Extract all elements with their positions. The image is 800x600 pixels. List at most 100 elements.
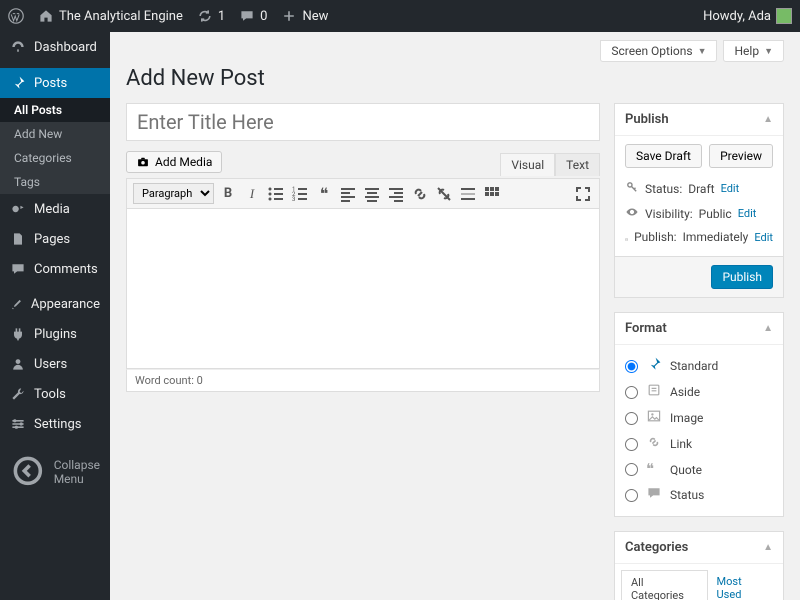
wrench-icon	[10, 386, 26, 402]
most-used-tab[interactable]: Most Used	[708, 570, 777, 600]
home-icon	[38, 8, 54, 24]
screen-options-tab[interactable]: Screen Options▼	[600, 40, 717, 62]
format-heading[interactable]: Format▲	[615, 313, 783, 345]
visual-tab[interactable]: Visual	[500, 153, 555, 176]
chevron-up-icon: ▲	[763, 114, 773, 125]
preview-button[interactable]: Preview	[709, 144, 773, 168]
menu-plugins[interactable]: Plugins	[0, 319, 110, 349]
submenu-add-new[interactable]: Add New	[0, 122, 110, 146]
updates-link[interactable]: 1	[197, 8, 225, 24]
align-left-button[interactable]	[338, 184, 358, 204]
unlink-button[interactable]	[434, 184, 454, 204]
format-option-status[interactable]: Status	[625, 482, 773, 508]
submenu-all-posts[interactable]: All Posts	[0, 98, 110, 122]
site-name: The Analytical Engine	[59, 9, 183, 24]
format-radio[interactable]	[625, 360, 638, 373]
menu-users[interactable]: Users	[0, 349, 110, 379]
format-radio[interactable]	[625, 386, 638, 399]
all-categories-tab[interactable]: All Categories	[621, 570, 708, 600]
wordpress-icon	[8, 8, 24, 24]
edit-status-link[interactable]: Edit	[721, 182, 740, 195]
media-icon	[10, 201, 26, 217]
format-standard-icon	[646, 356, 662, 376]
edit-visibility-link[interactable]: Edit	[738, 207, 757, 220]
pin-icon	[10, 75, 26, 91]
submenu-tags[interactable]: Tags	[0, 170, 110, 194]
editor-toolbar: Paragraph B I 123 ❝	[126, 178, 600, 209]
editor-textarea[interactable]	[126, 209, 600, 369]
updates-count: 1	[218, 9, 225, 24]
format-option-aside[interactable]: Aside	[625, 379, 773, 405]
comment-icon	[10, 261, 26, 277]
plug-icon	[10, 326, 26, 342]
bullet-list-button[interactable]	[266, 184, 286, 204]
new-link[interactable]: New	[281, 8, 328, 24]
submenu-categories[interactable]: Categories	[0, 146, 110, 170]
menu-pages[interactable]: Pages	[0, 224, 110, 254]
format-radio[interactable]	[625, 489, 638, 502]
new-label: New	[302, 9, 328, 24]
menu-dashboard[interactable]: Dashboard	[0, 32, 110, 62]
menu-tools[interactable]: Tools	[0, 379, 110, 409]
calendar-icon	[625, 230, 628, 244]
site-link[interactable]: The Analytical Engine	[38, 8, 183, 24]
quote-button[interactable]: ❝	[314, 184, 334, 204]
update-icon	[197, 8, 213, 24]
comment-icon	[239, 8, 255, 24]
format-radio[interactable]	[625, 463, 638, 476]
posts-submenu: All Posts Add New Categories Tags	[0, 98, 110, 194]
format-quote-icon: ❝	[646, 460, 662, 479]
format-select[interactable]: Paragraph	[133, 183, 214, 204]
toolbar-toggle-button[interactable]	[482, 184, 502, 204]
categories-heading[interactable]: Categories▲	[615, 532, 783, 564]
publish-heading[interactable]: Publish▲	[615, 104, 783, 136]
chevron-down-icon: ▼	[698, 46, 707, 57]
numbered-list-button[interactable]: 123	[290, 184, 310, 204]
menu-posts[interactable]: Posts	[0, 68, 110, 98]
edit-schedule-link[interactable]: Edit	[754, 231, 773, 244]
word-count: Word count: 0	[126, 369, 600, 392]
text-tab[interactable]: Text	[555, 153, 600, 176]
admin-bar: The Analytical Engine 1 0 New Howdy, Ada	[0, 0, 800, 32]
menu-appearance[interactable]: Appearance	[0, 290, 110, 319]
account-link[interactable]: Howdy, Ada	[703, 8, 792, 24]
italic-button[interactable]: I	[242, 184, 262, 204]
link-button[interactable]	[410, 184, 430, 204]
format-radio[interactable]	[625, 412, 638, 425]
svg-text:3: 3	[292, 196, 295, 203]
fullscreen-button[interactable]	[573, 184, 593, 204]
format-option-quote[interactable]: ❝Quote	[625, 457, 773, 482]
menu-comments[interactable]: Comments	[0, 254, 110, 284]
content-area: Screen Options▼ Help▼ Add New Post Add M…	[110, 32, 800, 600]
more-button[interactable]	[458, 184, 478, 204]
user-icon	[10, 356, 26, 372]
format-option-link[interactable]: Link	[625, 431, 773, 457]
align-right-button[interactable]	[386, 184, 406, 204]
avatar	[776, 8, 792, 24]
bold-button[interactable]: B	[218, 184, 238, 204]
eye-icon	[625, 205, 639, 222]
collapse-menu[interactable]: Collapse Menu	[0, 445, 110, 500]
sliders-icon	[10, 416, 26, 432]
chevron-up-icon: ▲	[763, 542, 773, 553]
post-title-input[interactable]	[126, 103, 600, 141]
align-center-button[interactable]	[362, 184, 382, 204]
menu-media[interactable]: Media	[0, 194, 110, 224]
format-link-icon	[646, 434, 662, 454]
format-option-standard[interactable]: Standard	[625, 353, 773, 379]
comments-link[interactable]: 0	[239, 8, 267, 24]
menu-settings[interactable]: Settings	[0, 409, 110, 439]
add-media-button[interactable]: Add Media	[126, 151, 222, 173]
help-tab[interactable]: Help▼	[723, 40, 784, 62]
format-radio[interactable]	[625, 438, 638, 451]
dashboard-icon	[10, 39, 26, 55]
publish-button[interactable]: Publish	[711, 265, 773, 289]
wp-logo[interactable]	[8, 8, 24, 24]
format-option-image[interactable]: Image	[625, 405, 773, 431]
publish-metabox: Publish▲ Save Draft Preview Status: Draf…	[614, 103, 784, 298]
admin-sidebar: Dashboard Posts All Posts Add New Catego…	[0, 32, 110, 600]
brush-icon	[10, 298, 23, 311]
page-icon	[10, 231, 26, 247]
save-draft-button[interactable]: Save Draft	[625, 144, 702, 168]
collapse-icon	[10, 453, 46, 492]
